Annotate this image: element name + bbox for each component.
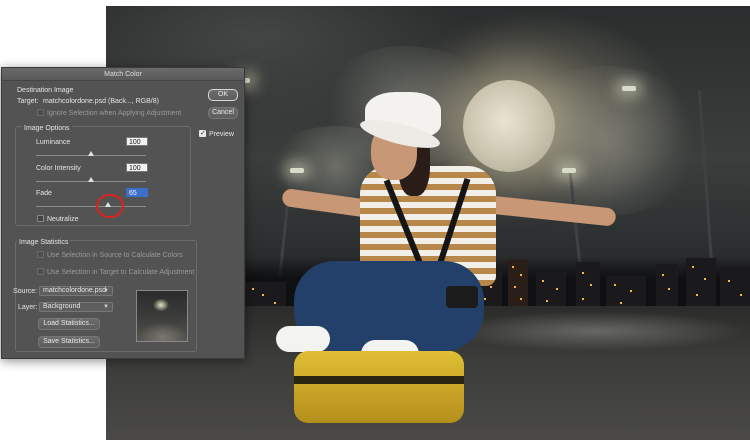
layer-select[interactable]: Background ▼ [39, 302, 113, 312]
neutralize-label: Neutralize [47, 216, 79, 223]
preview-checkbox[interactable] [199, 129, 206, 137]
fade-label: Fade [36, 190, 52, 197]
image-statistics-label: Image Statistics [17, 238, 71, 247]
moon [463, 80, 555, 172]
dialog-title[interactable]: Match Color [2, 68, 244, 81]
chevron-down-icon: ▼ [103, 304, 109, 310]
load-statistics-button[interactable]: Load Statistics... [38, 318, 100, 330]
use-target-selection-label: Use Selection in Target to Calculate Adj… [47, 269, 195, 276]
color-intensity-slider-thumb[interactable] [88, 177, 94, 182]
layer-label: Layer: [18, 304, 38, 311]
road-glow [446, 311, 746, 351]
color-intensity-label: Color Intensity [36, 165, 81, 172]
ignore-selection-checkbox[interactable] [37, 109, 44, 116]
destination-image-label: Destination Image [17, 87, 74, 94]
fade-input[interactable]: 65 [126, 188, 148, 197]
cancel-button[interactable]: Cancel [208, 107, 238, 119]
luminance-input[interactable]: 100 [126, 137, 148, 146]
yellow-suitcase [294, 351, 464, 423]
image-options-label: Image Options [22, 124, 72, 133]
red-circle-annotation [96, 194, 124, 218]
ok-button[interactable]: OK [208, 89, 238, 101]
preview-label: Preview [209, 131, 234, 138]
save-statistics-button[interactable]: Save Statistics... [38, 336, 100, 348]
luminance-slider-thumb[interactable] [88, 151, 94, 156]
color-intensity-input[interactable]: 100 [126, 163, 148, 172]
source-select[interactable]: matchcolordone.psd ▼ [39, 286, 113, 296]
neutralize-checkbox[interactable] [37, 215, 44, 222]
camera [446, 286, 478, 308]
use-source-selection-label: Use Selection in Source to Calculate Col… [47, 252, 183, 259]
luminance-label: Luminance [36, 139, 71, 146]
source-label: Source: [13, 288, 38, 295]
fade-slider-track[interactable] [36, 206, 146, 207]
street-lamp-light [622, 86, 636, 91]
street-lamp-light [562, 168, 576, 173]
suitcase-band [294, 376, 464, 384]
use-target-selection-checkbox[interactable] [37, 268, 44, 275]
sneaker [276, 326, 330, 352]
source-preview-thumbnail [136, 290, 188, 342]
ignore-selection-label: Ignore Selection when Applying Adjustmen… [47, 110, 182, 117]
target-value: matchcolordone.psd (Back..., RGB/8) [43, 98, 159, 105]
use-source-selection-checkbox[interactable] [37, 251, 44, 258]
target-label: Target: [17, 98, 39, 105]
layer-select-value: Background [43, 303, 81, 310]
chevron-down-icon: ▼ [103, 288, 109, 294]
source-select-value: matchcolordone.psd [43, 287, 107, 294]
street-lamp-light [290, 168, 304, 173]
